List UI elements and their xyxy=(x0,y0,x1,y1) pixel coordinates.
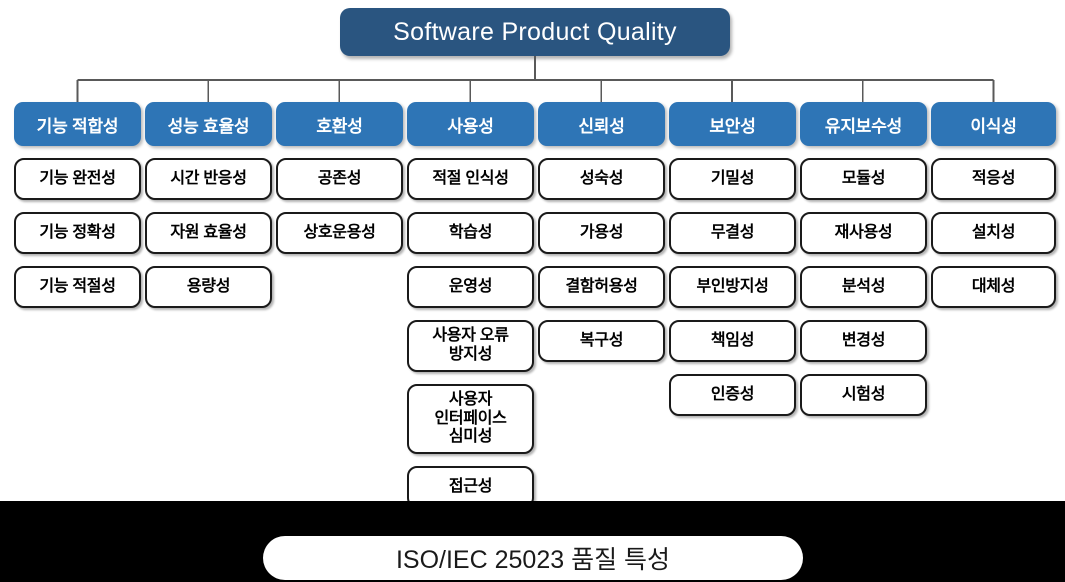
sub-label-3-1: 공존성 xyxy=(317,169,362,187)
sub-label-6-4: 책임성 xyxy=(710,331,755,349)
root-node-label: Software Product Quality xyxy=(393,17,677,46)
sub-box-4-4[interactable]: 사용자 오류 방지성 xyxy=(407,320,534,372)
sub-label-6-1: 기밀성 xyxy=(710,169,755,187)
category-label-3: 호환성 xyxy=(316,116,363,136)
sub-box-5-1[interactable]: 성숙성 xyxy=(538,158,665,200)
sub-box-8-3[interactable]: 대체성 xyxy=(931,266,1056,308)
sub-box-6-1[interactable]: 기밀성 xyxy=(669,158,796,200)
sub-box-1-3[interactable]: 기능 적절성 xyxy=(14,266,141,308)
sub-label-6-2: 무결성 xyxy=(710,223,755,241)
column-사용성: 사용성 적절 인식성 학습성 운영성 사용자 오류 방지성 사용자 인터페이스 … xyxy=(407,102,534,520)
column-보안성: 보안성 기밀성 무결성 부인방지성 책임성 인증성 xyxy=(669,102,796,428)
sub-box-3-2[interactable]: 상호운용성 xyxy=(276,212,403,254)
category-box-7[interactable]: 유지보수성 xyxy=(800,102,927,146)
sub-label-2-2: 자원 효율성 xyxy=(170,223,247,241)
category-box-3[interactable]: 호환성 xyxy=(276,102,403,146)
sub-box-5-3[interactable]: 결함허용성 xyxy=(538,266,665,308)
sub-label-2-1: 시간 반응성 xyxy=(170,169,247,187)
root-node-software-product-quality[interactable]: Software Product Quality xyxy=(340,8,730,56)
sub-label-8-2: 설치성 xyxy=(971,223,1016,241)
sub-label-7-2: 재사용성 xyxy=(834,223,893,241)
column-신뢰성: 신뢰성 성숙성 가용성 결함허용성 복구성 xyxy=(538,102,665,374)
category-box-4[interactable]: 사용성 xyxy=(407,102,534,146)
caption-label: ISO/IEC 25023 품질 특성 xyxy=(395,546,671,574)
category-box-6[interactable]: 보안성 xyxy=(669,102,796,146)
sub-label-6-3: 부인방지성 xyxy=(696,277,769,295)
sub-box-6-4[interactable]: 책임성 xyxy=(669,320,796,362)
column-호환성: 호환성 공존성 상호운용성 xyxy=(276,102,403,266)
sub-box-4-3[interactable]: 운영성 xyxy=(407,266,534,308)
column-이식성: 이식성 적응성 설치성 대체성 xyxy=(931,102,1056,320)
sub-box-7-2[interactable]: 재사용성 xyxy=(800,212,927,254)
sub-label-5-3: 결함허용성 xyxy=(565,277,638,295)
sub-box-7-5[interactable]: 시험성 xyxy=(800,374,927,416)
category-label-1: 기능 적합성 xyxy=(36,116,119,136)
sub-box-6-2[interactable]: 무결성 xyxy=(669,212,796,254)
category-label-5: 신뢰성 xyxy=(578,116,625,136)
sub-label-2-3: 용량성 xyxy=(186,277,231,295)
sub-box-5-4[interactable]: 복구성 xyxy=(538,320,665,362)
sub-box-7-4[interactable]: 변경성 xyxy=(800,320,927,362)
sub-label-8-3: 대체성 xyxy=(971,277,1016,295)
sub-label-3-2: 상호운용성 xyxy=(303,223,376,241)
sub-label-7-1: 모듈성 xyxy=(841,169,886,187)
sub-label-1-2: 기능 정확성 xyxy=(39,223,116,241)
caption-pill: ISO/IEC 25023 품질 특성 xyxy=(263,536,803,580)
sub-label-4-2: 학습성 xyxy=(448,223,493,241)
sub-box-2-2[interactable]: 자원 효율성 xyxy=(145,212,272,254)
category-label-8: 이식성 xyxy=(970,116,1017,136)
sub-box-1-1[interactable]: 기능 완전성 xyxy=(14,158,141,200)
sub-box-4-2[interactable]: 학습성 xyxy=(407,212,534,254)
sub-label-4-1: 적절 인식성 xyxy=(432,169,509,187)
diagram-canvas: Software Product Quality 기능 적합성 기능 완전성 기… xyxy=(0,0,1065,582)
sub-label-5-2: 가용성 xyxy=(579,223,624,241)
sub-box-6-3[interactable]: 부인방지성 xyxy=(669,266,796,308)
sub-box-6-5[interactable]: 인증성 xyxy=(669,374,796,416)
category-label-6: 보안성 xyxy=(709,116,756,136)
sub-box-7-1[interactable]: 모듈성 xyxy=(800,158,927,200)
category-label-7: 유지보수성 xyxy=(824,116,903,136)
category-box-1[interactable]: 기능 적합성 xyxy=(14,102,141,146)
sub-label-5-4: 복구성 xyxy=(579,331,624,349)
column-기능-적합성: 기능 적합성 기능 완전성 기능 정확성 기능 적절성 xyxy=(14,102,141,320)
column-유지보수성: 유지보수성 모듈성 재사용성 분석성 변경성 시험성 xyxy=(800,102,927,428)
sub-box-5-2[interactable]: 가용성 xyxy=(538,212,665,254)
sub-box-4-1[interactable]: 적절 인식성 xyxy=(407,158,534,200)
sub-box-8-2[interactable]: 설치성 xyxy=(931,212,1056,254)
sub-box-1-2[interactable]: 기능 정확성 xyxy=(14,212,141,254)
sub-label-4-6: 접근성 xyxy=(448,477,493,495)
column-성능-효율성: 성능 효율성 시간 반응성 자원 효율성 용량성 xyxy=(145,102,272,320)
sub-box-8-1[interactable]: 적응성 xyxy=(931,158,1056,200)
sub-label-6-5: 인증성 xyxy=(710,385,755,403)
sub-box-4-5[interactable]: 사용자 인터페이스 심미성 xyxy=(407,384,534,454)
sub-label-7-5: 시험성 xyxy=(841,385,886,403)
sub-label-4-3: 운영성 xyxy=(448,277,493,295)
sub-label-8-1: 적응성 xyxy=(971,169,1016,187)
sub-box-3-1[interactable]: 공존성 xyxy=(276,158,403,200)
sub-box-7-3[interactable]: 분석성 xyxy=(800,266,927,308)
sub-label-4-4: 사용자 오류 방지성 xyxy=(432,327,509,363)
sub-box-2-1[interactable]: 시간 반응성 xyxy=(145,158,272,200)
sub-label-5-1: 성숙성 xyxy=(579,169,624,187)
category-label-2: 성능 효율성 xyxy=(167,116,250,136)
category-box-2[interactable]: 성능 효율성 xyxy=(145,102,272,146)
category-box-5[interactable]: 신뢰성 xyxy=(538,102,665,146)
sub-label-1-3: 기능 적절성 xyxy=(39,277,116,295)
sub-label-1-1: 기능 완전성 xyxy=(39,169,116,187)
sub-box-2-3[interactable]: 용량성 xyxy=(145,266,272,308)
sub-label-4-5: 사용자 인터페이스 심미성 xyxy=(434,390,507,446)
category-label-4: 사용성 xyxy=(447,116,494,136)
sub-label-7-3: 분석성 xyxy=(841,277,886,295)
sub-label-7-4: 변경성 xyxy=(841,331,886,349)
category-box-8[interactable]: 이식성 xyxy=(931,102,1056,146)
